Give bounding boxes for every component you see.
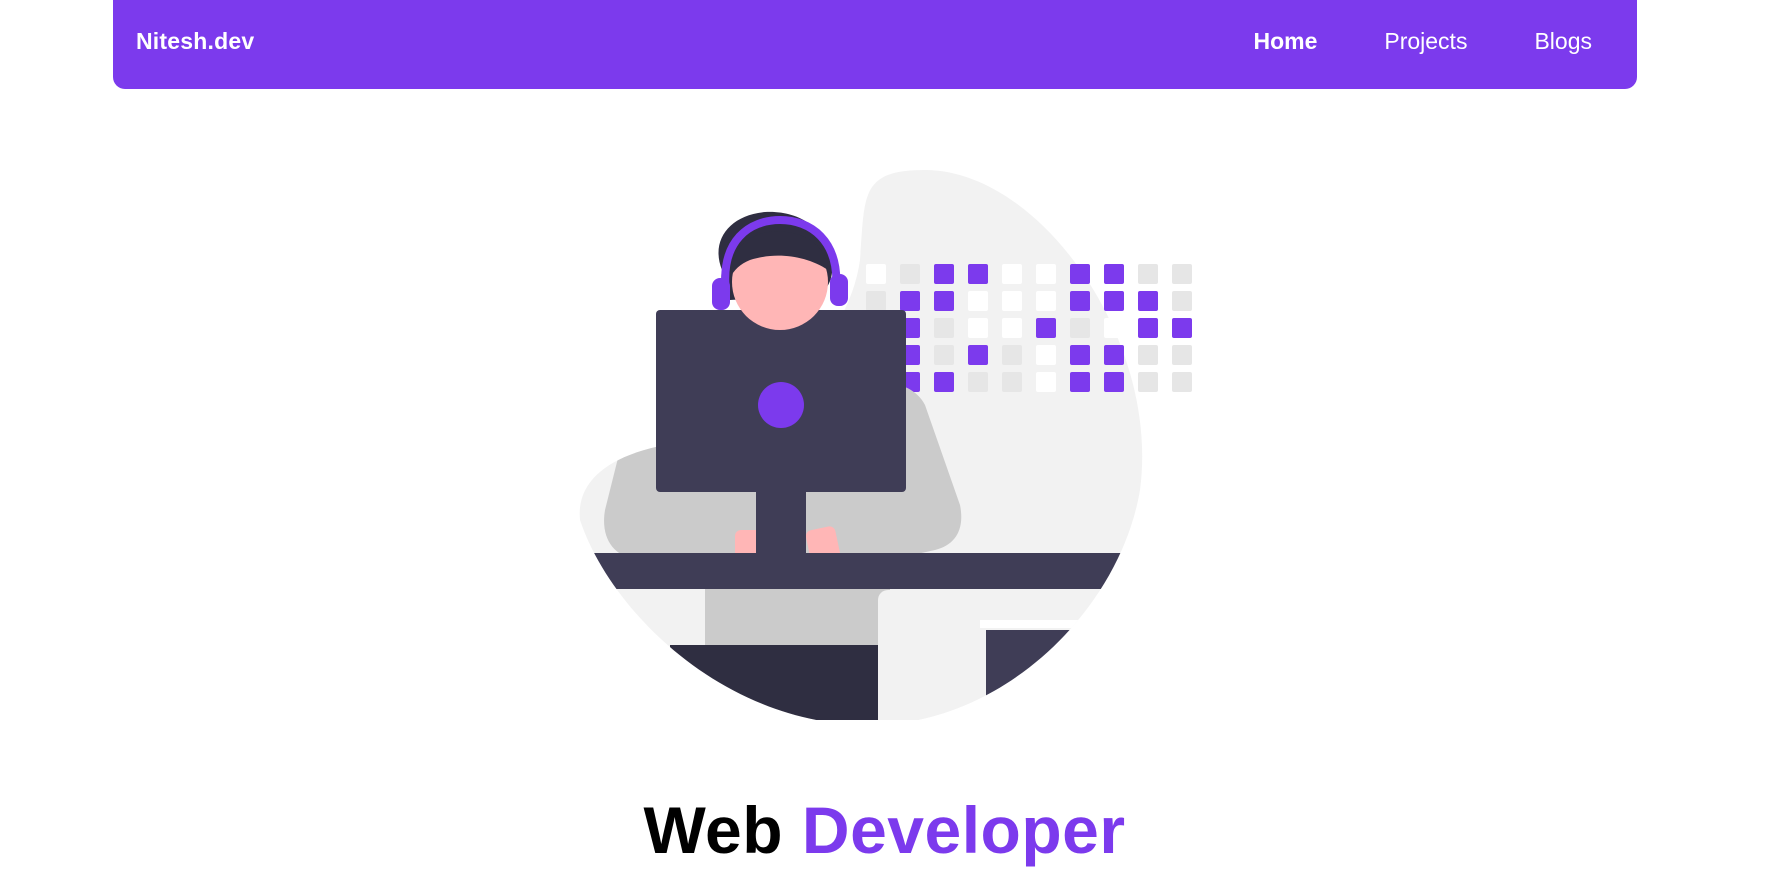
grid-square: [1172, 345, 1192, 365]
headphone-left-cup: [712, 278, 730, 310]
nav-link-blogs[interactable]: Blogs: [1534, 27, 1592, 55]
grid-square: [968, 318, 988, 338]
hero-title: Web Developer: [0, 790, 1769, 870]
hero-title-web: Web: [643, 793, 784, 867]
grid-square: [934, 318, 954, 338]
grid-square: [1070, 291, 1090, 311]
grid-square: [1036, 318, 1056, 338]
grid-square: [1002, 318, 1022, 338]
grid-square: [1070, 318, 1090, 338]
grid-square: [1104, 372, 1124, 392]
grid-square: [1002, 291, 1022, 311]
grid-square: [968, 372, 988, 392]
nav-links: Home Projects Blogs: [1186, 27, 1592, 55]
brand-logo-link[interactable]: Nitesh.dev: [136, 27, 254, 55]
headphone-right-cup: [830, 274, 848, 306]
grid-square: [1036, 264, 1056, 284]
chair-bar: [980, 620, 1143, 628]
grid-square: [934, 291, 954, 311]
grid-square: [1138, 264, 1158, 284]
top-navbar: Nitesh.dev Home Projects Blogs: [113, 0, 1637, 89]
grid-square: [1104, 291, 1124, 311]
grid-square: [1172, 372, 1192, 392]
grid-square: [1036, 291, 1056, 311]
nav-link-home[interactable]: Home: [1253, 27, 1317, 55]
grid-square: [934, 264, 954, 284]
person-pants: [670, 645, 885, 720]
grid-square: [1002, 345, 1022, 365]
grid-square: [1002, 372, 1022, 392]
grid-square: [1070, 345, 1090, 365]
nav-link-projects[interactable]: Projects: [1384, 27, 1467, 55]
monitor-stand: [756, 490, 806, 560]
grid-square: [1172, 291, 1192, 311]
chair-back: [878, 590, 986, 720]
grid-square: [1104, 345, 1124, 365]
grid-square: [1070, 264, 1090, 284]
grid-square: [900, 264, 920, 284]
grid-square: [1036, 345, 1056, 365]
hero-title-developer: Developer: [801, 793, 1126, 867]
grid-square: [1138, 318, 1158, 338]
grid-square: [1172, 264, 1192, 284]
desk-top: [579, 553, 1143, 589]
grid-square: [1104, 318, 1124, 338]
grid-square: [866, 291, 886, 311]
grid-square: [1138, 345, 1158, 365]
grid-square: [1036, 372, 1056, 392]
grid-square: [968, 291, 988, 311]
grid-square: [968, 345, 988, 365]
floor-shadow: [986, 630, 1143, 720]
grid-square: [1070, 372, 1090, 392]
grid-square: [934, 345, 954, 365]
hero-illustration: [579, 170, 1192, 720]
monitor-logo-dot: [758, 382, 804, 428]
grid-square: [1138, 372, 1158, 392]
grid-square: [900, 291, 920, 311]
grid-square: [1172, 318, 1192, 338]
grid-square: [968, 264, 988, 284]
grid-square: [1138, 291, 1158, 311]
grid-square: [866, 264, 886, 284]
grid-square: [934, 372, 954, 392]
grid-square: [1002, 264, 1022, 284]
grid-square: [1104, 264, 1124, 284]
